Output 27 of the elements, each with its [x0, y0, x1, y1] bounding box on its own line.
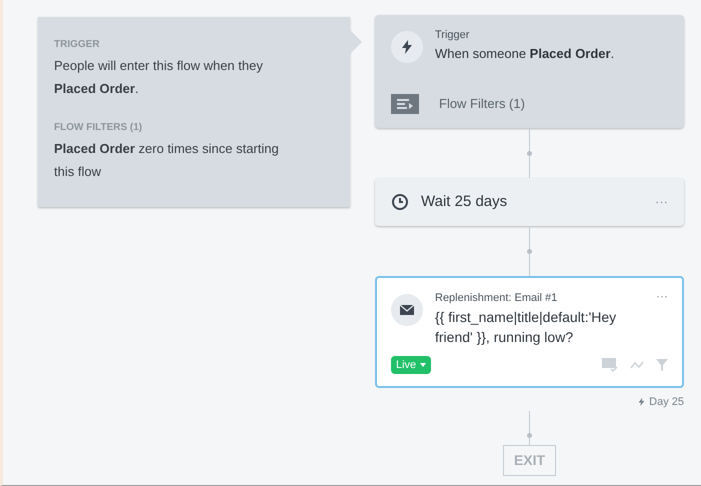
wait-card[interactable]: Wait 25 days ···	[375, 178, 684, 226]
flow-filters-link[interactable]: Flow Filters (1)	[439, 94, 525, 114]
trigger-card[interactable]: Trigger When someone Placed Order. Flow Filters (1)	[375, 15, 684, 128]
more-menu[interactable]: ···	[656, 290, 668, 306]
section-text: Placed Order zero times since starting this flow	[54, 140, 280, 181]
status-dropdown[interactable]: Live	[391, 356, 432, 374]
chart-line-icon[interactable]	[630, 360, 644, 370]
mail-check-icon[interactable]	[602, 358, 618, 372]
delay-label: Day 25	[649, 395, 684, 410]
lightning-icon	[638, 397, 646, 408]
email-card[interactable]: Replenishment: Email #1 ··· {{ first_name|title|default:'Hey friend' }}, running low? Live	[375, 276, 684, 388]
more-menu[interactable]: ···	[655, 192, 668, 212]
section-heading: TRIGGER	[54, 38, 101, 52]
lightning-icon	[391, 31, 423, 63]
filter-list-icon	[391, 94, 419, 114]
section-text: People will enter this flow when they Placed Order.	[54, 57, 264, 98]
envelope-icon	[391, 294, 423, 326]
section-heading: FLOW FILTERS (1)	[54, 121, 144, 135]
email-subject: {{ first_name|title|default:'Hey friend' }}, running low?	[435, 308, 618, 346]
exit-node: EXIT	[502, 444, 556, 476]
clock-icon	[391, 193, 409, 211]
caret-icon	[420, 362, 426, 367]
filter-icon[interactable]	[656, 358, 668, 371]
node-label: Replenishment: Email #1	[435, 291, 558, 306]
trigger-text: When someone Placed Order.	[435, 44, 614, 62]
node-label: Trigger	[435, 28, 470, 43]
wait-text: Wait 25 days	[421, 192, 508, 212]
